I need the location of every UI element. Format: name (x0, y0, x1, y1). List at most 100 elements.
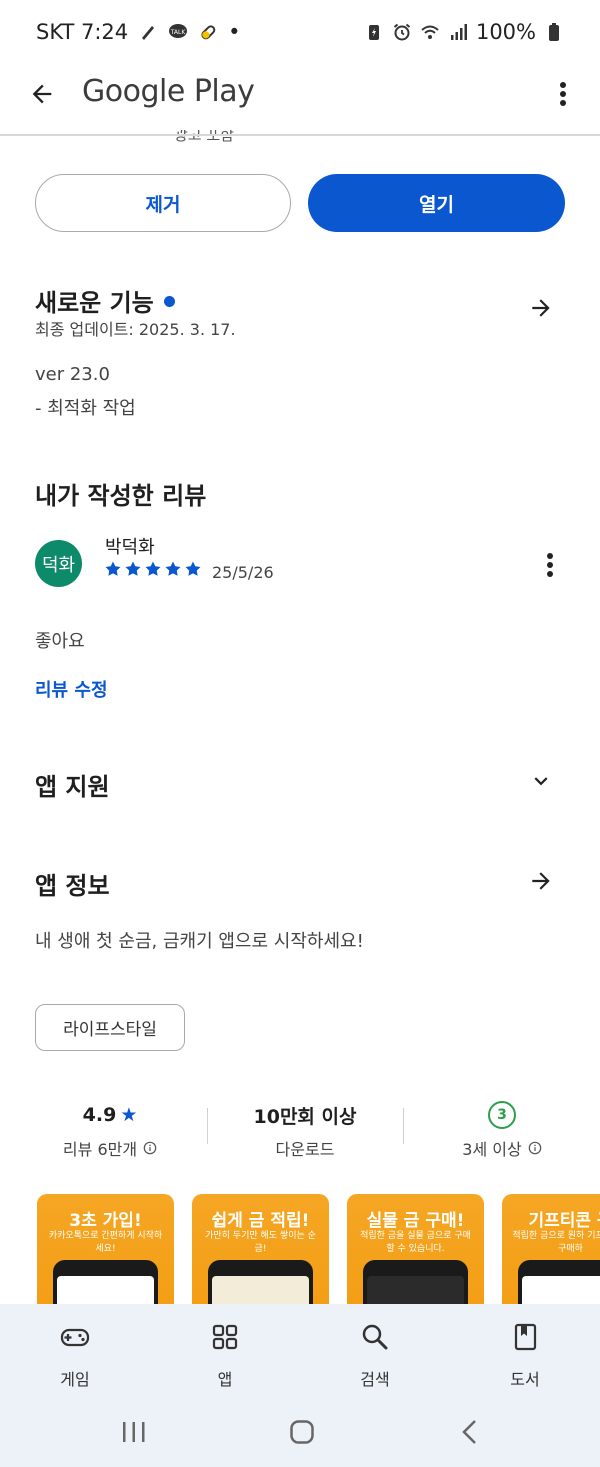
back-button[interactable] (24, 76, 60, 112)
system-navigation-bar (0, 1412, 600, 1452)
rating-label: 리뷰 6만개 (62, 1140, 138, 1159)
apps-grid-icon (212, 1324, 238, 1350)
nav-label-search: 검색 (360, 1370, 390, 1389)
downloads-stat: 10만회 이상 다운로드 (220, 1102, 390, 1160)
reviewer-name: 박덕화 (105, 537, 155, 558)
downloads-value: 10만회 이상 (253, 1105, 357, 1128)
screenshot-title: 쉽게 금 적립! (211, 1211, 310, 1231)
app-info-title[interactable]: 앱 정보 (35, 866, 110, 901)
nav-item-apps[interactable]: 앱 (175, 1322, 275, 1390)
nav-item-search[interactable]: 검색 (325, 1322, 425, 1390)
phone-screen (212, 1276, 309, 1304)
battery-saver-icon (368, 25, 379, 40)
screenshot-carousel[interactable]: 3초 가입! 카카오톡으로 간편하게 시작하세요! 쉽게 금 적립! 가만히 두… (37, 1194, 600, 1304)
status-bar: SKT 7:24 TALK • 100% (0, 0, 600, 64)
remove-button[interactable]: 제거 (35, 174, 291, 232)
star-icon (165, 561, 181, 576)
app-bar-divider (0, 134, 600, 136)
nav-item-games[interactable]: 게임 (25, 1322, 125, 1390)
screenshot-title: 3초 가입! (69, 1211, 142, 1231)
edit-review-link[interactable]: 리뷰 수정 (35, 676, 108, 702)
arrow-forward-icon (532, 872, 550, 890)
app-support-title[interactable]: 앱 지원 (35, 767, 110, 802)
screenshot-subtitle: 적립한 금을 실물 금으로 구매 할 수 있습니다. (360, 1231, 471, 1254)
kakaotalk-icon: TALK (169, 24, 188, 38)
version-text: ver 23.0 (35, 364, 110, 385)
rating-label-row: 리뷰 6만개 (25, 1136, 195, 1160)
star-icon (145, 561, 161, 576)
age-label-row: 3세 이상 (417, 1136, 587, 1160)
whats-new-arrow-button[interactable] (526, 293, 556, 323)
rating-star-icon: ★ (120, 1104, 138, 1126)
book-icon (514, 1323, 537, 1351)
battery-icon (549, 23, 559, 41)
stat-divider (403, 1108, 404, 1144)
category-chip[interactable]: 라이프스타일 (35, 1004, 185, 1051)
rating-value-row: 4.9 ★ (25, 1102, 195, 1128)
screenshot-card[interactable]: 쉽게 금 적립! 가만히 두기만 해도 쌓이는 순금! (192, 1194, 329, 1304)
pill-icon (201, 25, 216, 40)
screenshot-card[interactable]: 3초 가입! 카카오톡으로 간편하게 시작하세요! (37, 1194, 174, 1304)
system-back-button[interactable] (450, 1412, 490, 1452)
home-button[interactable] (282, 1412, 322, 1452)
my-review-title: 내가 작성한 리뷰 (35, 482, 207, 510)
phone-screen (367, 1276, 464, 1304)
review-date: 25/5/26 (212, 563, 274, 582)
screenshot-title: 실물 금 구매! (366, 1211, 465, 1231)
age-label: 3세 이상 (462, 1140, 522, 1159)
app-description: 내 생애 첫 순금, 금캐기 앱으로 시작하세요! (35, 931, 364, 952)
star-icon (185, 561, 201, 576)
age-rating-stat[interactable]: 3 3세 이상 (417, 1101, 587, 1160)
review-more-options-button[interactable] (540, 548, 560, 582)
rating-stat[interactable]: 4.9 ★ 리뷰 6만개 (25, 1102, 195, 1160)
alarm-icon (393, 23, 411, 41)
nav-item-books[interactable]: 도서 (475, 1322, 575, 1390)
more-vert-icon (547, 553, 553, 577)
more-vert-icon (560, 82, 566, 106)
phone-screen (57, 1276, 154, 1304)
recent-apps-button[interactable] (114, 1412, 154, 1452)
downloads-label: 다운로드 (275, 1140, 335, 1159)
status-right: 100% (364, 20, 564, 44)
app-support-expand-button[interactable] (526, 766, 556, 796)
notification-pen-icon (142, 26, 155, 40)
chevron-left-icon (462, 1420, 476, 1444)
review-body: 좋아요 (35, 631, 85, 652)
rating-value: 4.9 (82, 1104, 117, 1126)
app-bar-title: Google Play (82, 74, 255, 109)
screenshot-card[interactable]: 실물 금 구매! 적립한 금을 실물 금으로 구매 할 수 있습니다. (347, 1194, 484, 1304)
app-bar: Google Play (0, 64, 600, 126)
phone-screen (522, 1276, 600, 1304)
bottom-navigation: 게임 앱 검색 도서 (0, 1304, 600, 1467)
screenshot-subtitle: 가만히 두기만 해도 쌓이는 순금! (205, 1231, 316, 1254)
whats-new-title: 새로운 기능 (35, 289, 154, 317)
more-options-button[interactable] (548, 74, 578, 114)
recents-icon (123, 1422, 145, 1442)
screenshot-subtitle: 카카오톡으로 간편하게 시작하세요! (48, 1231, 163, 1254)
svg-text:TALK: TALK (170, 29, 187, 36)
screenshot-subtitle: 적립한 금으로 원하 기프티콘을 구매하 (512, 1231, 600, 1254)
star-rating (104, 560, 202, 578)
info-icon (143, 1141, 157, 1155)
chevron-down-icon (534, 777, 548, 786)
star-icon (105, 561, 121, 576)
release-notes-text: - 최적화 작업 (35, 398, 136, 419)
arrow-back-icon (32, 84, 52, 104)
last-updated-text: 최종 업데이트: 2025. 3. 17. (35, 320, 236, 339)
gamepad-icon (60, 1328, 90, 1347)
status-dot: • (228, 20, 241, 44)
app-info-arrow-button[interactable] (526, 866, 556, 896)
search-icon (362, 1324, 388, 1350)
whats-new-header[interactable]: 새로운 기능 (35, 283, 175, 318)
nav-label-games: 게임 (60, 1370, 90, 1389)
home-icon (290, 1420, 314, 1444)
age-badge-row: 3 (417, 1101, 587, 1129)
new-indicator-dot (163, 295, 175, 307)
screenshot-card[interactable]: 기프티콘 구 적립한 금으로 원하 기프티콘을 구매하 (502, 1194, 600, 1304)
stat-divider (207, 1108, 208, 1144)
info-icon (528, 1141, 542, 1155)
nav-label-apps: 앱 (217, 1370, 233, 1389)
age-rating-badge: 3 (488, 1101, 516, 1129)
battery-percent: 100% (475, 20, 536, 44)
open-button[interactable]: 열기 (308, 174, 565, 232)
